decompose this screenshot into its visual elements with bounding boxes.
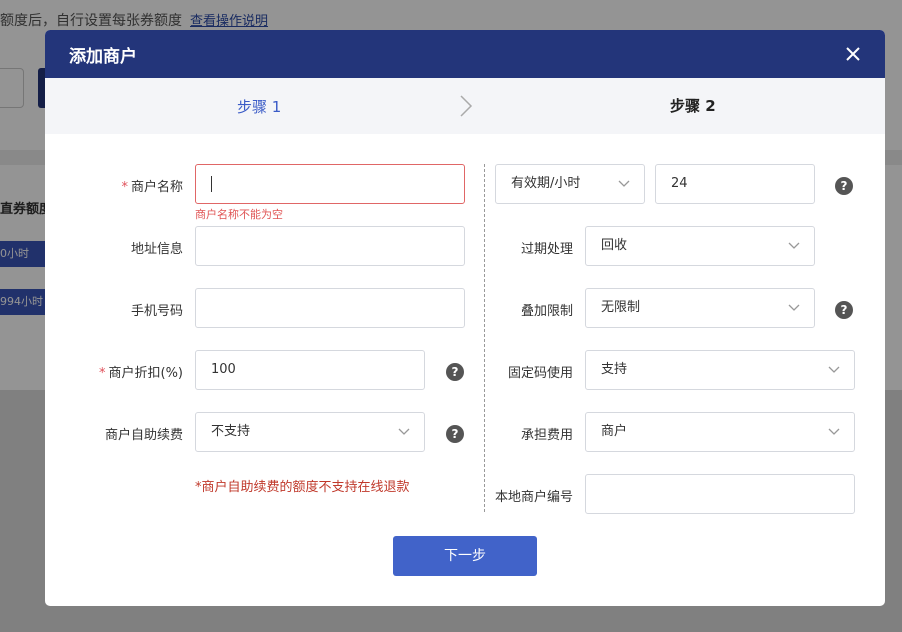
chevron-down-icon bbox=[788, 304, 800, 311]
merchant-name-error: 商户名称不能为空 bbox=[195, 208, 283, 221]
expire-select[interactable]: 回收 bbox=[585, 226, 815, 266]
chevron-right-icon bbox=[460, 95, 473, 117]
form-divider bbox=[484, 164, 485, 512]
phone-input[interactable] bbox=[195, 288, 465, 328]
chevron-down-icon bbox=[618, 180, 630, 187]
expire-label: 过期处理 bbox=[520, 242, 573, 257]
merchant-name-label-text: 商户名称 bbox=[130, 180, 183, 195]
merchant-name-label: * 商户名称 bbox=[121, 176, 183, 195]
next-step-button[interactable]: 下一步 bbox=[393, 536, 537, 576]
self-renew-label: 商户自助续费 bbox=[104, 428, 183, 443]
required-mark: * bbox=[99, 366, 106, 381]
required-mark: * bbox=[121, 180, 128, 195]
fixed-code-label: 固定码使用 bbox=[507, 366, 573, 381]
step-2: 步骤 2 bbox=[670, 97, 716, 115]
chevron-down-icon bbox=[788, 242, 800, 249]
discount-label-text: 商户折扣(%) bbox=[108, 366, 184, 381]
fee-bearer-select[interactable]: 商户 bbox=[585, 412, 855, 452]
stack-limit-label: 叠加限制 bbox=[520, 304, 573, 319]
discount-label: * 商户折扣(%) bbox=[99, 362, 183, 381]
dialog-header: 添加商户 bbox=[45, 30, 885, 78]
help-icon[interactable]: ? bbox=[446, 425, 464, 443]
self-renew-value: 不支持 bbox=[211, 424, 251, 439]
fixed-code-value: 支持 bbox=[601, 362, 628, 377]
address-label: 地址信息 bbox=[130, 242, 183, 257]
help-icon[interactable]: ? bbox=[835, 301, 853, 319]
address-input[interactable] bbox=[195, 226, 465, 266]
merchant-name-input[interactable] bbox=[195, 164, 465, 204]
step-1: 步骤 1 bbox=[237, 98, 282, 116]
help-icon[interactable]: ? bbox=[446, 363, 464, 381]
validity-type-select[interactable]: 有效期/小时 bbox=[495, 164, 645, 204]
close-button[interactable] bbox=[841, 42, 865, 66]
stack-limit-value: 无限制 bbox=[601, 300, 641, 315]
self-renew-select[interactable]: 不支持 bbox=[195, 412, 425, 452]
close-icon bbox=[846, 47, 860, 61]
help-icon[interactable]: ? bbox=[835, 177, 853, 195]
discount-input[interactable]: 100 bbox=[195, 350, 425, 390]
local-merchant-id-label: 本地商户编号 bbox=[494, 490, 573, 505]
merchant-form: * 商户名称 商户名称不能为空 地址信息 手机号码 * 商户折扣(%) 100 ? … bbox=[45, 134, 885, 606]
fee-bearer-value: 商户 bbox=[601, 424, 628, 439]
chevron-down-icon bbox=[828, 428, 840, 435]
local-merchant-id-input[interactable] bbox=[585, 474, 855, 514]
validity-hours-input[interactable]: 24 bbox=[655, 164, 815, 204]
step-indicator: 步骤 1 步骤 2 bbox=[45, 78, 885, 134]
stack-limit-select[interactable]: 无限制 bbox=[585, 288, 815, 328]
expire-value: 回收 bbox=[601, 238, 628, 253]
self-renew-note: *商户自助续费的额度不支持在线退款 bbox=[195, 480, 410, 495]
text-cursor bbox=[211, 175, 212, 192]
fee-bearer-label: 承担费用 bbox=[520, 428, 573, 443]
chevron-down-icon bbox=[828, 366, 840, 373]
chevron-down-icon bbox=[398, 428, 410, 435]
phone-label: 手机号码 bbox=[130, 304, 183, 319]
add-merchant-dialog: 添加商户 步骤 1 步骤 2 * 商户名称 商户名称不能为空 地址信息 手机号码 … bbox=[45, 30, 885, 606]
validity-type-value: 有效期/小时 bbox=[511, 176, 581, 191]
fixed-code-select[interactable]: 支持 bbox=[585, 350, 855, 390]
dialog-title: 添加商户 bbox=[69, 46, 137, 67]
